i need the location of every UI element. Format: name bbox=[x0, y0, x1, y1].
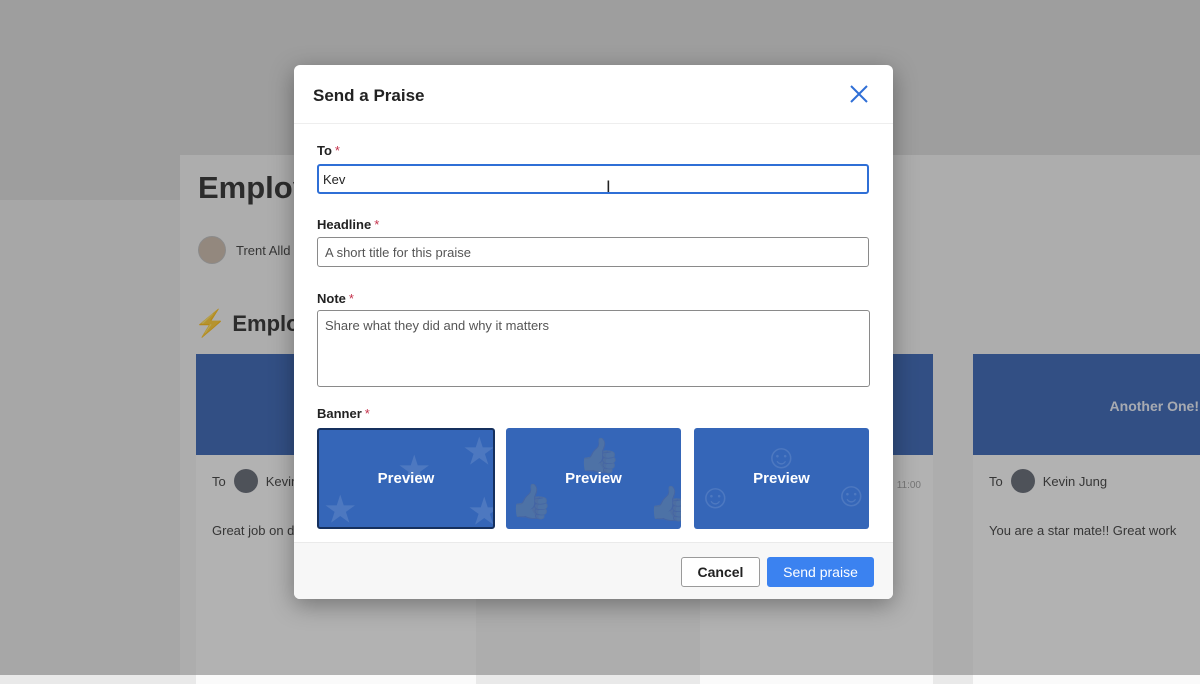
banner-preview-label: Preview bbox=[565, 470, 622, 487]
smiley-icon: ☺ bbox=[834, 476, 869, 514]
star-icon: ★ bbox=[464, 433, 495, 471]
banner-option-smileys[interactable]: ☺ ☺ ☺ Preview bbox=[694, 428, 869, 529]
star-icon: ★ bbox=[325, 491, 356, 529]
note-textarea[interactable] bbox=[317, 310, 870, 387]
required-marker: * bbox=[364, 406, 370, 421]
close-button[interactable] bbox=[847, 82, 871, 106]
required-marker: * bbox=[334, 143, 340, 158]
headline-label-text: Headline bbox=[317, 217, 372, 232]
cancel-button[interactable]: Cancel bbox=[681, 557, 760, 587]
smiley-icon: ☺ bbox=[698, 478, 733, 516]
note-field-label: Note * bbox=[317, 291, 354, 306]
text-cursor-icon: I bbox=[606, 177, 611, 196]
banner-field-label: Banner * bbox=[317, 406, 370, 421]
send-praise-dialog: Send a Praise To* Headline* Note* Banner… bbox=[294, 65, 893, 599]
to-field-label: To * bbox=[317, 143, 340, 158]
star-icon: ★ bbox=[469, 492, 493, 527]
banner-option-stars[interactable]: ★ ★ ★ ★ Preview bbox=[317, 428, 495, 529]
thumbs-up-icon: 👍 bbox=[648, 485, 681, 523]
required-marker: * bbox=[374, 217, 380, 232]
thumbs-up-icon: 👍 bbox=[510, 483, 553, 521]
headline-field-label: Headline * bbox=[317, 217, 379, 232]
banner-label-text: Banner bbox=[317, 406, 362, 421]
banner-preview-label: Preview bbox=[377, 470, 435, 487]
to-label-text: To bbox=[317, 143, 332, 158]
note-label-text: Note bbox=[317, 291, 346, 306]
send-praise-button[interactable]: Send praise bbox=[767, 557, 874, 587]
required-marker: * bbox=[348, 291, 354, 306]
headline-input[interactable] bbox=[317, 237, 869, 267]
dialog-header: Send a Praise bbox=[294, 65, 893, 124]
banner-option-thumbs[interactable]: 👍 👍 👍 Preview bbox=[506, 428, 681, 529]
dialog-title: Send a Praise bbox=[313, 86, 425, 105]
dialog-footer: Cancel Send praise bbox=[294, 542, 893, 599]
banner-preview-label: Preview bbox=[753, 470, 810, 487]
to-input[interactable] bbox=[317, 164, 869, 194]
close-icon bbox=[850, 85, 868, 103]
